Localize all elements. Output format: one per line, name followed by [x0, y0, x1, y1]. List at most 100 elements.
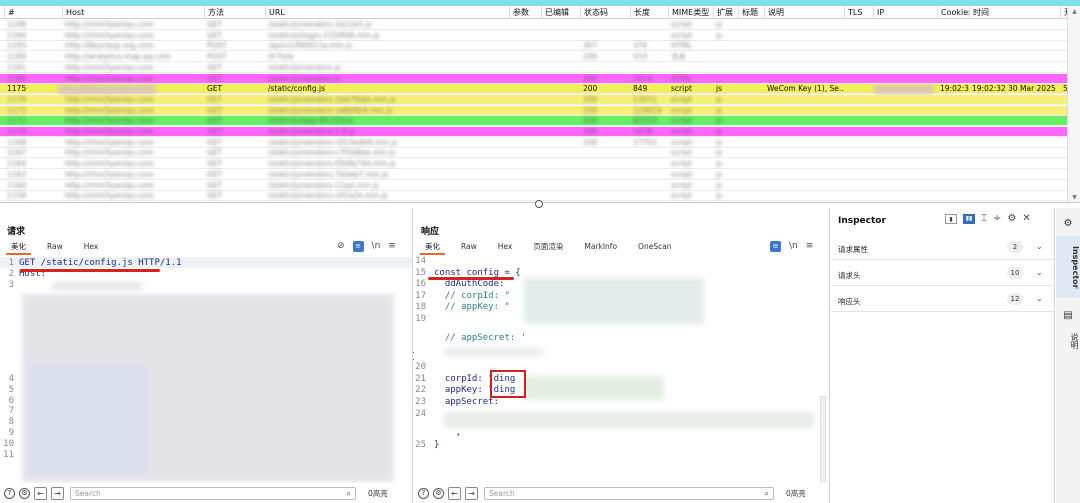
line-number: 9 [8, 428, 14, 439]
tab-raw[interactable]: Raw [456, 241, 482, 255]
chevron-down-icon[interactable]: ⌄ [1036, 268, 1043, 277]
column-header[interactable]: URL [265, 6, 509, 19]
pretty-print-icon[interactable]: ≡ [770, 241, 781, 252]
tab-美化[interactable]: 美化 [6, 241, 31, 255]
close-icon[interactable]: ✕ [1022, 213, 1030, 224]
annotation-underline-response [428, 277, 514, 280]
settings-icon[interactable]: ⚙ [1056, 218, 1080, 229]
table-cell: GET [207, 169, 223, 179]
inspector-tools: ▮ ▮▮ ⌶ ÷ ⚙ ✕ [945, 213, 1031, 224]
table-cell: /static/js/vendors-c013e4b9.min.js [268, 137, 398, 147]
gear-icon[interactable]: ⚙ [1007, 213, 1016, 224]
table-row[interactable]: 1162 http://rmnl3yaniqu.com GET/static/js/… [0, 169, 1080, 180]
table-row[interactable]: 1160 http://rmnl3yaniqu.com GET/static/js/… [0, 180, 1080, 191]
forward-icon[interactable]: → [465, 486, 478, 500]
table-row[interactable]: 1181 http://rmnl3yaniqu.com GET/static/js/… [0, 62, 1080, 73]
back-icon[interactable]: ← [34, 486, 47, 500]
table-cell: script [671, 116, 692, 126]
column-header[interactable]: TLS [844, 6, 873, 19]
line-number: 24 [415, 409, 426, 419]
newline-icon[interactable]: \n [789, 241, 798, 252]
column-header[interactable]: 状态码 [580, 6, 630, 19]
table-row[interactable]: 1174 http://rmnl3yaniqu.com GET/static/js/… [0, 94, 1080, 105]
column-header[interactable]: MIME类型 [668, 6, 713, 19]
column-header[interactable]: 时间 [969, 6, 1060, 19]
table-cell: /static/js/app-8fc22d.js [268, 116, 354, 126]
newline-icon[interactable]: \n [372, 241, 381, 252]
table-cell: 文本 [671, 52, 686, 62]
pretty-print-icon[interactable]: ≡ [352, 241, 364, 252]
table-row[interactable]: 1189 http://analytics.map.qq.com POST/tr?t… [0, 52, 1080, 63]
code-line: // appSecret: ' [434, 333, 527, 343]
table-row[interactable]: 1196 http://rmnl3yaniqu.com GET/static/js/… [0, 20, 1080, 30]
column-header[interactable]: IP [873, 6, 937, 19]
help-icon[interactable]: ? [418, 487, 429, 499]
request-search-input[interactable]: Search ⌕ [70, 486, 356, 500]
table-row[interactable]: 1173 http://rmnl3yaniqu.com GET/static/js/… [0, 105, 1080, 116]
tab-raw[interactable]: Raw [42, 241, 68, 255]
gear-icon[interactable]: ⚙ [433, 487, 444, 499]
table-cell: /static/js/vendors-2a11b5.js [268, 20, 372, 29]
table-row[interactable]: 1175 GET/static/config.js 200 849 script js We… [0, 84, 1080, 95]
table-row[interactable]: 1167 http://rmnl3yaniqu.com GET/static/js/… [0, 148, 1080, 159]
table-cell: http://rmnl3yaniqu.com [65, 116, 154, 126]
gear-icon[interactable]: ⚙ [19, 487, 30, 499]
help-icon[interactable]: ? [4, 487, 15, 499]
column-header[interactable]: Cookies [937, 6, 969, 19]
inspector-section[interactable]: 请求属性 2 ⌄ [831, 236, 1055, 260]
align-icon[interactable]: ⌶ [981, 213, 987, 224]
column-header[interactable]: 标题 [738, 6, 764, 19]
side-tab-notes[interactable]: 说明 [1056, 326, 1080, 356]
request-editor[interactable]: 1 2 3 4 5 6 7 8 9 10 11 GET /static/config.js HTTP… [0, 256, 412, 483]
inspector-section[interactable]: 响应头 12 ⌄ [831, 288, 1055, 312]
column-header[interactable]: 说明 [764, 6, 844, 19]
column-header[interactable]: # [4, 6, 62, 19]
response-search-input[interactable]: Search ⌕ [484, 486, 774, 500]
chevron-down-icon[interactable]: ⌄ [1036, 242, 1043, 251]
scroll-down-icon[interactable]: ▼ [1071, 194, 1078, 201]
table-row[interactable]: 1168 http://rmnl3yaniqu.com GET/static/js/… [0, 137, 1080, 148]
response-scrollbar[interactable] [820, 396, 826, 483]
side-tab-inspector[interactable]: Inspector [1056, 236, 1080, 298]
scroll-up-icon[interactable]: ▲ [1071, 8, 1078, 15]
back-icon[interactable]: ← [448, 486, 461, 500]
forward-icon[interactable]: → [51, 486, 64, 500]
history-scrollbar[interactable]: ▲ ▼ [1067, 6, 1080, 202]
tab-hex[interactable]: Hex [79, 241, 104, 255]
table-row[interactable]: 1193 http://6kuriaop.org.com POST/api/v1/f… [0, 41, 1080, 52]
redacted-appsecret [444, 412, 814, 428]
column-header[interactable]: 扩展 [713, 6, 738, 19]
search-icon[interactable]: ⌕ [347, 488, 351, 499]
tab-hex[interactable]: Hex [493, 241, 518, 255]
table-row[interactable]: 1180 http://rmnl3yaniqu.com GET/static/js/… [0, 73, 1080, 84]
table-row[interactable]: 1170 http://rmnl3yaniqu.com GET/static/js/… [0, 127, 1080, 137]
inspector-section[interactable]: 请求头 10 ⌄ [831, 262, 1055, 286]
hide-icon[interactable]: ⊘ [337, 241, 345, 252]
inspector-layout-b-icon[interactable]: ▮▮ [963, 213, 975, 224]
menu-icon[interactable]: ≡ [806, 241, 814, 252]
column-header[interactable]: 方法 [204, 6, 265, 19]
table-cell: 1181 [7, 62, 27, 72]
tab-markinfo[interactable]: MarkInfo [579, 241, 622, 255]
column-header[interactable]: 已编辑 [541, 6, 580, 19]
request-tab-tools: ⊘ ≡ \n ≡ [337, 241, 396, 252]
table-cell: GET [207, 116, 223, 126]
table-row[interactable]: 1164 http://rmnl3yaniqu.com GET/static/js/… [0, 159, 1080, 170]
table-row[interactable]: 1172 http://rmnl3yaniqu.com GET/static/js/… [0, 116, 1080, 127]
table-cell: js [716, 159, 722, 169]
tab-美化[interactable]: 美化 [420, 241, 445, 255]
column-header[interactable]: Host [62, 6, 204, 19]
column-header[interactable]: 参数 [509, 6, 541, 19]
menu-icon[interactable]: ≡ [388, 241, 396, 252]
column-header[interactable]: 长度 [630, 6, 668, 19]
response-editor[interactable]: 14 15 16 17 18 19 20 21 22 23 24 25 const config = … [414, 256, 829, 483]
splitter-handle-top[interactable] [535, 200, 543, 208]
inspector-layout-a-icon[interactable]: ▮ [945, 213, 957, 224]
divide-icon[interactable]: ÷ [993, 213, 1001, 224]
notes-icon[interactable]: ▤ [1056, 310, 1080, 321]
tab-页面渲染[interactable]: 页面渲染 [528, 241, 568, 255]
chevron-down-icon[interactable]: ⌄ [1036, 294, 1043, 303]
table-row[interactable]: 1194 http://rmnl3yaniqu.com GET/static/js/… [0, 30, 1080, 41]
search-icon[interactable]: ⌕ [765, 488, 769, 499]
tab-onescan[interactable]: OneScan [633, 241, 677, 255]
